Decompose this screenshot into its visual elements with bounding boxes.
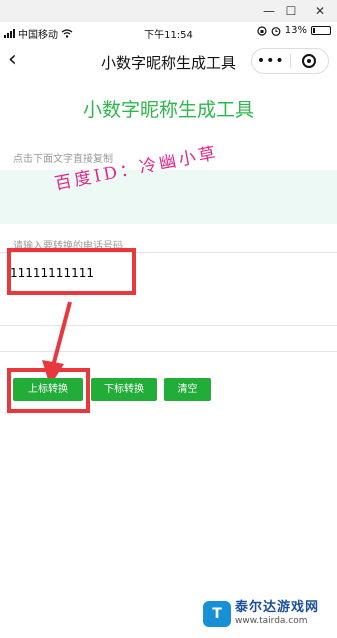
- brand-name: 泰尔达游戏网: [235, 600, 320, 615]
- copy-result-area[interactable]: [0, 170, 337, 224]
- battery-icon: [311, 26, 331, 35]
- battery-percent: 13%: [284, 25, 307, 36]
- rotation-lock-icon: [257, 25, 267, 36]
- site-logo: T 泰尔达游戏网 www.tairda.com: [203, 600, 319, 627]
- close-miniprogram-button[interactable]: [291, 54, 329, 68]
- brand-url: www.tairda.com: [235, 616, 308, 626]
- target-circle-icon: [302, 54, 317, 68]
- brand-mark-icon: T: [203, 600, 231, 627]
- miniprogram-capsule: •••: [251, 48, 329, 74]
- minimize-icon[interactable]: —: [262, 4, 276, 18]
- maximize-icon[interactable]: ☐: [284, 4, 298, 18]
- status-bar: 中国移动 下午11:54 13%: [0, 22, 337, 42]
- subscript-convert-button[interactable]: 下标转换: [91, 378, 157, 401]
- close-icon[interactable]: ✕: [313, 4, 327, 18]
- more-dots-icon[interactable]: •••: [252, 50, 290, 72]
- page-heading: 小数字昵称生成工具: [82, 99, 254, 121]
- superscript-convert-button[interactable]: 上标转换: [13, 378, 83, 401]
- input-highlight-box: [7, 248, 136, 295]
- alarm-icon: [271, 26, 281, 36]
- nav-bar: ‹ 小数字昵称生成工具 •••: [0, 42, 337, 80]
- window-title-bar: — ☐ ✕: [0, 0, 337, 22]
- clear-button[interactable]: 清空: [164, 378, 211, 401]
